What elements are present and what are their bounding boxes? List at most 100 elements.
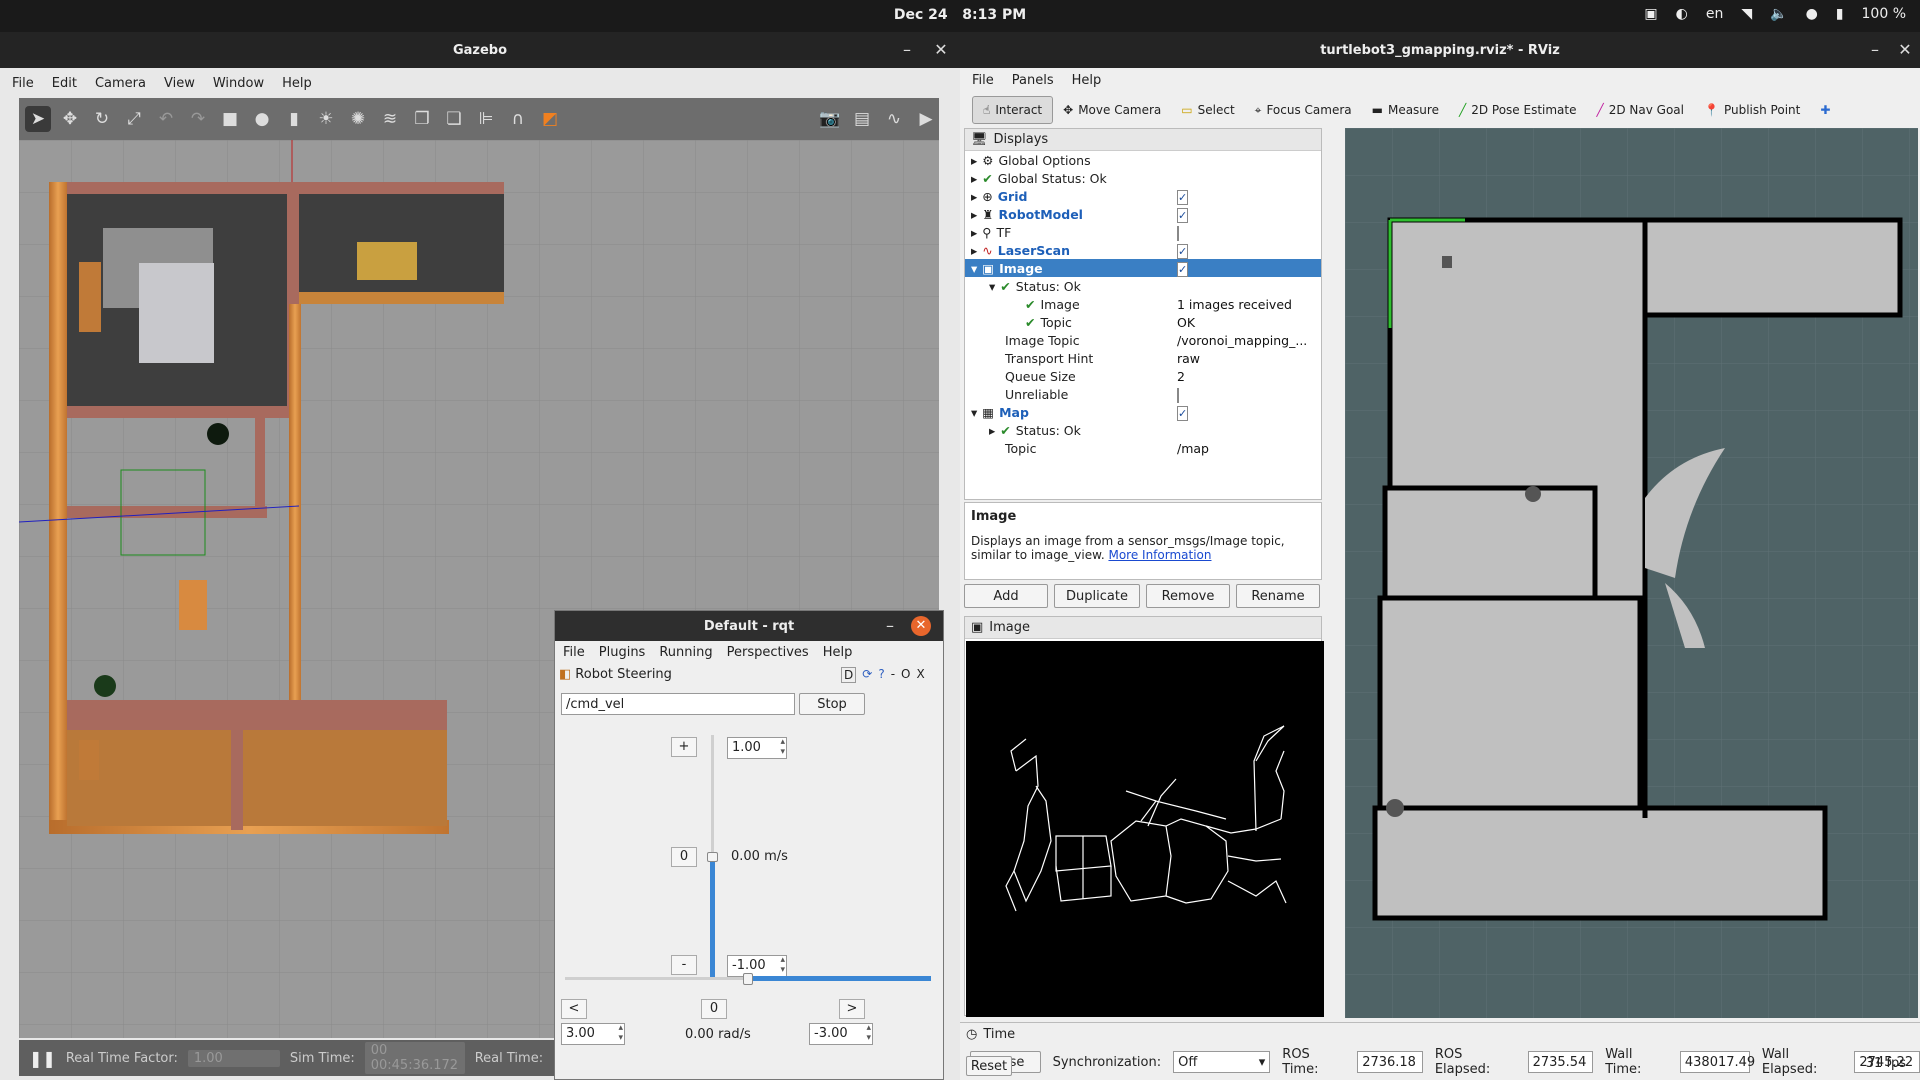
paste-icon[interactable]: ❏ <box>441 106 467 132</box>
sync-select[interactable]: Off ▾ <box>1173 1051 1271 1073</box>
tree-row-tf[interactable]: ▸ ⚲ TF <box>965 223 1321 241</box>
tree-row-map-status[interactable]: ▸ ✔ Status: Ok <box>965 421 1321 439</box>
color-icon[interactable]: ◩ <box>537 106 563 132</box>
angular-left-button[interactable]: < <box>561 999 587 1019</box>
log-icon[interactable]: ▤ <box>849 106 875 132</box>
redo-icon[interactable]: ↷ <box>185 106 211 132</box>
linear-plus-button[interactable]: + <box>671 737 697 757</box>
box-shape-icon[interactable]: ■ <box>217 106 243 132</box>
rotate-icon[interactable]: ↻ <box>89 106 115 132</box>
row-value[interactable]: /map <box>1177 441 1209 456</box>
tree-row-map[interactable]: ▾ ▦ Map ✓ <box>965 403 1321 421</box>
minimize-icon[interactable]: - <box>891 667 895 683</box>
linear-minus-button[interactable]: - <box>671 955 697 975</box>
tool-move-camera[interactable]: ✥ Move Camera <box>1053 96 1171 124</box>
voronoi-image-view[interactable] <box>966 641 1324 1017</box>
more-information-link[interactable]: More Information <box>1108 548 1211 562</box>
translate-icon[interactable]: ✥ <box>57 106 83 132</box>
menu-edit[interactable]: Edit <box>52 76 77 91</box>
screenshot-icon[interactable]: 📷 <box>817 106 843 132</box>
cylinder-shape-icon[interactable]: ▮ <box>281 106 307 132</box>
tool-2d-nav-goal[interactable]: ╱ 2D Nav Goal <box>1587 96 1695 124</box>
tree-row-queue-size[interactable]: Queue Size 2 <box>965 367 1321 385</box>
row-value[interactable]: 2 <box>1177 369 1185 384</box>
sun-light-icon[interactable]: ☀ <box>313 106 339 132</box>
angular-min-spinbox[interactable]: -3.00 <box>809 1023 873 1045</box>
reset-button[interactable]: Reset <box>966 1056 1012 1076</box>
minimize-icon[interactable]: – <box>879 611 901 641</box>
minimize-icon[interactable]: – <box>1864 32 1886 68</box>
menu-view[interactable]: View <box>164 76 195 91</box>
map-checkbox[interactable]: ✓ <box>1177 405 1189 421</box>
linear-velocity-slider[interactable] <box>707 735 718 979</box>
angular-max-spinbox[interactable]: 3.00 <box>561 1023 625 1045</box>
minimize-icon[interactable]: – <box>896 32 918 68</box>
volume-icon[interactable]: 🔈 <box>1770 6 1787 22</box>
tree-row-robotmodel[interactable]: ▸ ♜ RobotModel ✓ <box>965 205 1321 223</box>
close-icon[interactable]: ✕ <box>911 616 931 636</box>
tree-row-image-topic-status[interactable]: ✔ Topic OK <box>965 313 1321 331</box>
tree-row-image-image[interactable]: ✔ Image 1 images received <box>965 295 1321 313</box>
tool-select[interactable]: ▭ Select <box>1171 96 1244 124</box>
close-icon[interactable]: ✕ <box>930 32 952 68</box>
rqt-titlebar[interactable]: Default - rqt – ✕ <box>555 611 943 641</box>
microphone-icon[interactable]: ● <box>1806 6 1818 22</box>
copy-icon[interactable]: ❐ <box>409 106 435 132</box>
add-tool-button[interactable]: ✚ <box>1810 96 1840 124</box>
tree-row-global-status[interactable]: ▸ ✔ Global Status: Ok <box>965 169 1321 187</box>
tree-row-image-status[interactable]: ▾ ✔ Status: Ok <box>965 277 1321 295</box>
sphere-shape-icon[interactable]: ● <box>249 106 275 132</box>
options-icon[interactable]: O <box>901 667 910 683</box>
point-light-icon[interactable]: ✺ <box>345 106 371 132</box>
duplicate-button[interactable]: Duplicate <box>1054 584 1140 608</box>
menu-file[interactable]: File <box>563 645 585 660</box>
close-icon[interactable]: X <box>916 667 924 683</box>
screen-icon[interactable]: ▣ <box>1644 6 1657 22</box>
menu-window[interactable]: Window <box>213 76 264 91</box>
align-icon[interactable]: ⊫ <box>473 106 499 132</box>
menu-help[interactable]: Help <box>282 76 312 91</box>
grid-checkbox[interactable]: ✓ <box>1177 189 1189 205</box>
rviz-titlebar[interactable]: turtlebot3_gmapping.rviz* - RViz – ✕ <box>960 32 1920 68</box>
menu-panels[interactable]: Panels <box>1012 73 1054 88</box>
linear-max-spinbox[interactable]: 1.00 <box>727 737 787 759</box>
image-checkbox[interactable]: ✓ <box>1177 261 1189 277</box>
rviz-3d-view[interactable] <box>1345 128 1918 1018</box>
tool-publish-point[interactable]: 📍 Publish Point <box>1694 96 1810 124</box>
plot-icon[interactable]: ∿ <box>881 106 907 132</box>
help-icon[interactable]: ? <box>878 667 884 683</box>
language-indicator[interactable]: en <box>1706 6 1724 22</box>
tree-row-global-options[interactable]: ▸ ⚙ Global Options <box>965 151 1321 169</box>
angular-right-button[interactable]: > <box>839 999 865 1019</box>
menu-help[interactable]: Help <box>823 645 853 660</box>
topic-input[interactable]: /cmd_vel <box>561 693 795 715</box>
reload-icon[interactable]: ⟳ <box>862 667 872 683</box>
angular-zero-button[interactable]: 0 <box>701 999 727 1019</box>
ros-time-field[interactable]: 2736.18 <box>1357 1051 1423 1073</box>
add-button[interactable]: Add <box>964 584 1048 608</box>
tree-row-image[interactable]: ▾ ▣ Image ✓ <box>965 259 1321 277</box>
tool-focus-camera[interactable]: ⌖ Focus Camera <box>1245 96 1362 124</box>
wifi-icon[interactable]: ◥ <box>1741 6 1752 22</box>
wall-time-field[interactable]: 438017.49 <box>1679 1051 1755 1073</box>
tf-checkbox[interactable] <box>1177 225 1179 241</box>
angular-velocity-slider[interactable] <box>565 973 931 985</box>
slider-handle[interactable] <box>743 973 753 985</box>
unreliable-checkbox[interactable] <box>1177 387 1179 403</box>
menu-help[interactable]: Help <box>1072 73 1102 88</box>
battery-icon[interactable]: ▮ <box>1836 6 1844 22</box>
dock-button[interactable]: D <box>841 667 857 683</box>
stop-button[interactable]: Stop <box>799 693 865 715</box>
rename-button[interactable]: Rename <box>1236 584 1320 608</box>
undo-icon[interactable]: ↶ <box>153 106 179 132</box>
tree-row-grid[interactable]: ▸ ⊕ Grid ✓ <box>965 187 1321 205</box>
remove-button[interactable]: Remove <box>1146 584 1230 608</box>
row-value[interactable]: raw <box>1177 351 1200 366</box>
tree-row-transport-hint[interactable]: Transport Hint raw <box>965 349 1321 367</box>
directional-light-icon[interactable]: ≋ <box>377 106 403 132</box>
menu-plugins[interactable]: Plugins <box>599 645 646 660</box>
tool-2d-pose-estimate[interactable]: ╱ 2D Pose Estimate <box>1449 96 1587 124</box>
tree-row-unreliable[interactable]: Unreliable <box>965 385 1321 403</box>
tree-row-map-topic[interactable]: Topic/map <box>965 439 1321 457</box>
laserscan-checkbox[interactable]: ✓ <box>1177 243 1189 259</box>
